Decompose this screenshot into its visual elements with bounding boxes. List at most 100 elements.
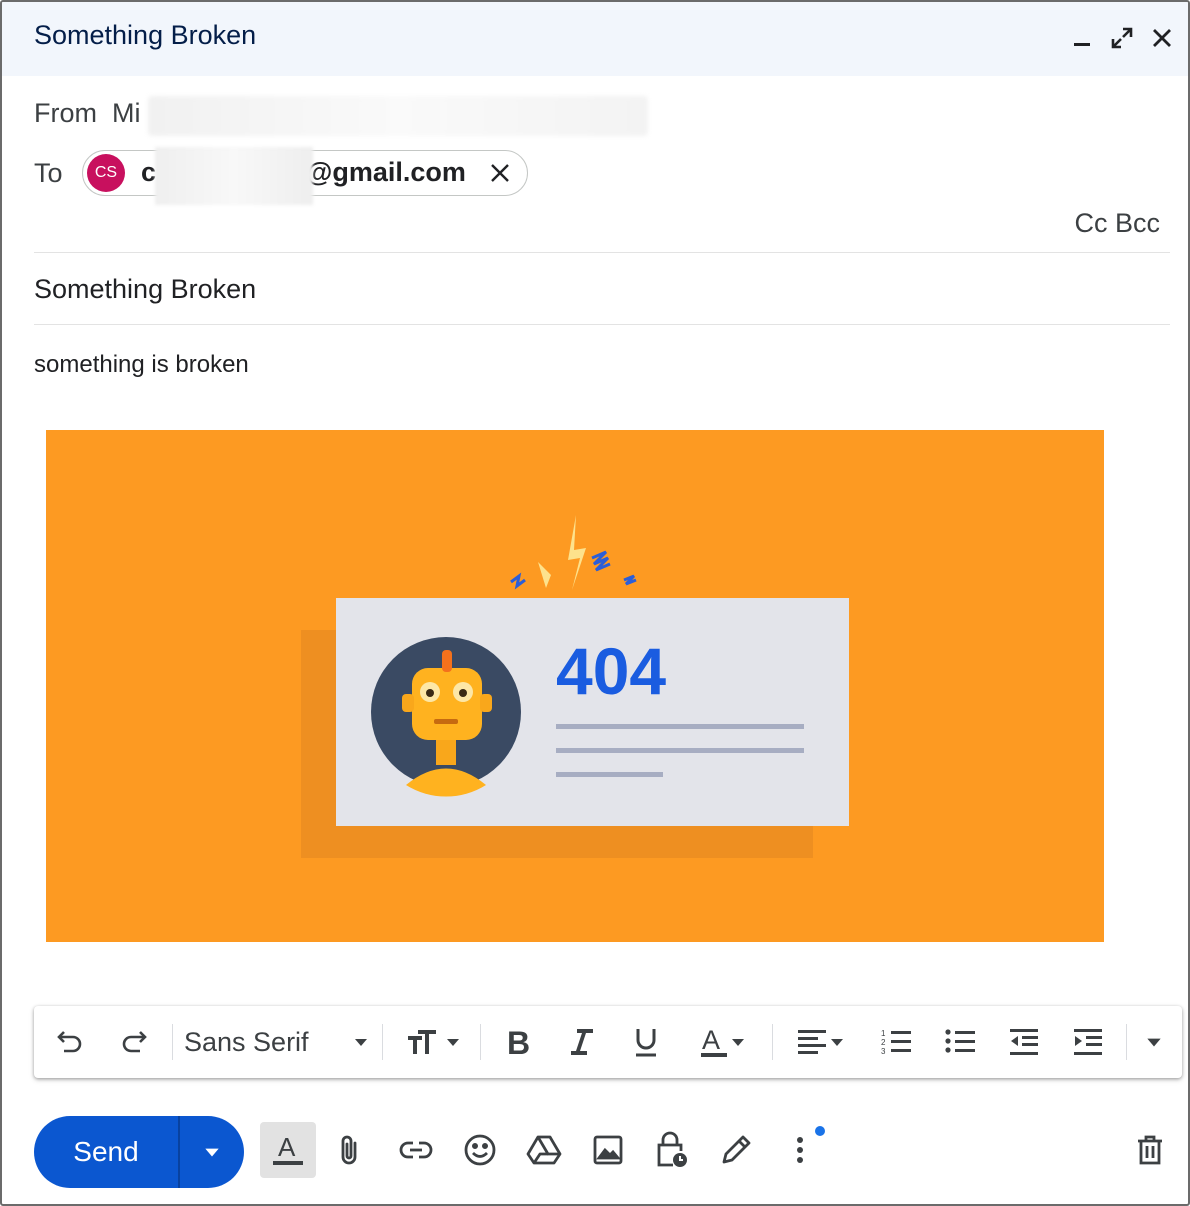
formatting-toolbar: Sans Serif B A 123 (34, 1006, 1182, 1078)
notification-dot (815, 1126, 825, 1136)
more-vert-icon (797, 1137, 803, 1163)
compose-window: Something Broken From Mi To CS c @gmail.c… (0, 0, 1190, 1206)
send-button[interactable]: Send (34, 1116, 178, 1188)
close-button[interactable] (1144, 20, 1180, 56)
align-button[interactable] (788, 1018, 854, 1066)
svg-text:A: A (278, 1132, 296, 1162)
font-family-label: Sans Serif (184, 1026, 309, 1057)
bulleted-list-button[interactable] (938, 1018, 982, 1066)
svg-text:3: 3 (881, 1047, 886, 1056)
indent-less-icon (1010, 1029, 1038, 1055)
placeholder-line (556, 748, 804, 753)
remove-recipient-button[interactable] (485, 158, 515, 188)
redo-button[interactable] (112, 1018, 156, 1066)
fullscreen-button[interactable] (1104, 20, 1140, 56)
bulleted-list-icon (945, 1029, 975, 1053)
more-formatting-button[interactable] (1138, 1018, 1170, 1066)
recipient-email-suffix: @gmail.com (306, 157, 466, 187)
cc-link[interactable]: Cc (1074, 208, 1107, 238)
pen-icon (722, 1135, 751, 1164)
embedded-404-image[interactable]: 404 (46, 430, 1104, 942)
insert-photo-button[interactable] (580, 1122, 636, 1178)
insert-drive-button[interactable] (516, 1122, 572, 1178)
underline-icon (636, 1029, 656, 1057)
robot-mouth (434, 719, 458, 724)
undo-icon (57, 1031, 82, 1053)
minimize-icon (1074, 43, 1090, 46)
title-bar: Something Broken (2, 2, 1188, 76)
insert-emoji-button[interactable] (452, 1122, 508, 1178)
numbered-list-button[interactable]: 123 (874, 1018, 918, 1066)
text-size-icon (408, 1030, 436, 1054)
link-icon (399, 1141, 433, 1159)
insert-link-button[interactable] (388, 1122, 444, 1178)
from-label: From (34, 98, 97, 128)
toolbar-separator (172, 1024, 173, 1060)
recipient-email-prefix: c (141, 157, 157, 187)
bold-button[interactable]: B (496, 1018, 540, 1066)
robot-ear (480, 694, 492, 712)
numbered-list-icon: 123 (881, 1029, 911, 1056)
expand-icon (1111, 27, 1133, 49)
cc-bcc-links: Cc Bcc (1074, 208, 1160, 239)
squiggle-icon (510, 572, 526, 590)
recipient-chip[interactable]: CS c @gmail.com (82, 147, 528, 205)
robot-ear (402, 694, 414, 712)
send-button-group: Send (34, 1116, 244, 1188)
paperclip-icon (341, 1135, 357, 1165)
align-left-icon (798, 1030, 826, 1054)
squiggle-icon (623, 574, 637, 586)
chevron-down-icon (1147, 1038, 1161, 1047)
close-icon (491, 164, 509, 182)
chevron-down-icon (732, 1039, 744, 1046)
toolbar-separator (382, 1024, 383, 1060)
error-code-text: 404 (556, 634, 666, 708)
underline-button[interactable] (624, 1018, 668, 1066)
confidential-mode-button[interactable] (644, 1122, 700, 1178)
subject-field[interactable]: Something Broken (34, 274, 256, 305)
text-color-icon: A (701, 1026, 727, 1057)
discard-draft-button[interactable] (1122, 1122, 1178, 1178)
lightning-icon (568, 515, 586, 590)
indent-more-button[interactable] (1066, 1018, 1110, 1066)
bold-icon: B (507, 1027, 530, 1057)
insert-signature-button[interactable] (708, 1122, 764, 1178)
svg-text:B: B (507, 1027, 530, 1057)
font-family-select[interactable]: Sans Serif (184, 1018, 370, 1066)
emoji-icon (464, 1134, 496, 1166)
text-format-icon: A (273, 1132, 303, 1165)
minimize-button[interactable] (1064, 20, 1100, 56)
window-title: Something Broken (34, 20, 257, 50)
avatar: CS (87, 154, 125, 192)
to-label: To (34, 158, 63, 188)
chevron-down-icon (831, 1039, 843, 1046)
svg-text:1: 1 (881, 1029, 886, 1038)
from-value[interactable]: Mi (112, 98, 141, 129)
text-color-button[interactable]: A (690, 1018, 756, 1066)
divider (34, 324, 1170, 325)
bcc-link[interactable]: Bcc (1115, 208, 1160, 238)
chevron-down-icon (205, 1148, 219, 1157)
chevron-down-icon (447, 1039, 459, 1046)
indent-less-button[interactable] (1002, 1018, 1046, 1066)
image-icon (593, 1135, 623, 1165)
placeholder-line (556, 724, 804, 729)
italic-button[interactable] (560, 1018, 604, 1066)
font-size-button[interactable] (398, 1018, 470, 1066)
message-body[interactable]: something is broken (34, 351, 249, 379)
lightning-small-icon (538, 562, 551, 588)
chevron-down-icon (355, 1039, 367, 1046)
toolbar-separator (480, 1024, 481, 1060)
italic-icon (571, 1029, 593, 1055)
redo-icon (122, 1031, 147, 1053)
toolbar-separator (1126, 1024, 1127, 1060)
toolbar-separator (772, 1024, 773, 1060)
indent-more-icon (1074, 1029, 1102, 1055)
undo-button[interactable] (48, 1018, 92, 1066)
formatting-options-button[interactable]: A (260, 1122, 316, 1178)
send-options-button[interactable] (180, 1116, 244, 1188)
robot-head (412, 668, 482, 740)
robot-antenna (442, 650, 452, 672)
attach-file-button[interactable] (322, 1122, 378, 1178)
drive-icon (526, 1135, 562, 1165)
